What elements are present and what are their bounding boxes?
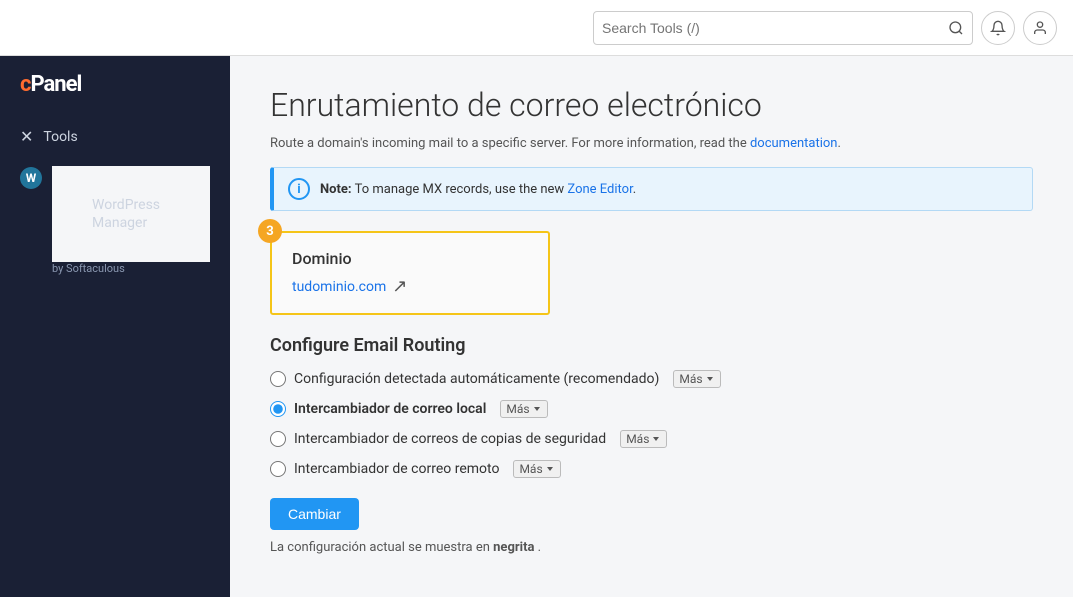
- search-button[interactable]: [948, 20, 964, 36]
- layout: cPanel ✕ Tools W WordPress Manager by So…: [0, 56, 1073, 597]
- note-text: To manage MX records, use the new: [355, 182, 568, 197]
- wordpress-icon: W: [20, 167, 42, 189]
- radio-auto[interactable]: [270, 371, 286, 387]
- label-backup[interactable]: Intercambiador de correos de copias de s…: [294, 431, 606, 447]
- mas-btn-1[interactable]: Más: [673, 370, 720, 388]
- mas-btn-3[interactable]: Más: [620, 430, 667, 448]
- domain-label: Dominio: [292, 249, 528, 268]
- logo: cPanel: [0, 72, 230, 117]
- sidebar-item-tools[interactable]: ✕ Tools: [0, 117, 230, 156]
- radio-option-1: Configuración detectada automáticamente …: [270, 370, 1033, 388]
- mas-btn-4[interactable]: Más: [513, 460, 560, 478]
- sidebar-tools-label: Tools: [43, 129, 77, 145]
- option1-text: Configuración detectada automáticamente …: [294, 371, 659, 387]
- domain-box: Dominio tudominio.com ↗: [270, 231, 550, 315]
- label-auto[interactable]: Configuración detectada automáticamente …: [294, 371, 659, 387]
- radio-backup[interactable]: [270, 431, 286, 447]
- cpanel-logo: cPanel: [20, 72, 210, 97]
- option4-text: Intercambiador de correo remoto: [294, 461, 499, 477]
- subtitle: Route a domain's incoming mail to a spec…: [270, 136, 1033, 151]
- radio-group: Configuración detectada automáticamente …: [270, 370, 1033, 478]
- note-content: Note: To manage MX records, use the new …: [320, 182, 636, 197]
- radio-option-3: Intercambiador de correos de copias de s…: [270, 430, 1033, 448]
- domain-value: tudominio.com ↗: [292, 276, 528, 297]
- label-remote[interactable]: Intercambiador de correo remoto: [294, 461, 499, 477]
- config-note: La configuración actual se muestra en ne…: [270, 540, 1033, 555]
- option2-text: Intercambiador de correo local: [294, 401, 486, 417]
- documentation-link[interactable]: documentation: [750, 136, 838, 151]
- notifications-button[interactable]: [981, 11, 1015, 45]
- mas-label-1: Más: [679, 372, 702, 386]
- wp-manager-sub: by Softaculous: [52, 262, 210, 276]
- domain-section: 3 Dominio tudominio.com ↗: [270, 231, 1033, 315]
- config-title: Configure Email Routing: [270, 335, 1033, 356]
- config-section: Configure Email Routing Configuración de…: [270, 335, 1033, 555]
- page-title: Enrutamiento de correo electrónico: [270, 86, 1033, 124]
- radio-option-2: Intercambiador de correo local Más: [270, 400, 1033, 418]
- cambiar-button[interactable]: Cambiar: [270, 498, 359, 530]
- zone-editor-link[interactable]: Zone Editor: [567, 182, 632, 197]
- topbar-icons: [981, 11, 1057, 45]
- search-box: [593, 11, 973, 45]
- step-badge: 3: [258, 219, 282, 243]
- main-content: Enrutamiento de correo electrónico Route…: [230, 56, 1073, 597]
- topbar: [0, 0, 1073, 56]
- radio-remote[interactable]: [270, 461, 286, 477]
- user-button[interactable]: [1023, 11, 1057, 45]
- cursor-indicator: ↗: [392, 276, 407, 297]
- info-note: i Note: To manage MX records, use the ne…: [270, 167, 1033, 211]
- wp-manager-label: WordPress Manager: [52, 166, 210, 262]
- sidebar-item-wordpress[interactable]: W WordPress Manager by Softaculous: [0, 156, 230, 287]
- subtitle-text: Route a domain's incoming mail to a spec…: [270, 136, 747, 151]
- mas-label-2: Más: [506, 402, 529, 416]
- radio-local[interactable]: [270, 401, 286, 417]
- note-bold: Note:: [320, 182, 352, 197]
- sidebar: cPanel ✕ Tools W WordPress Manager by So…: [0, 56, 230, 597]
- search-input[interactable]: [602, 20, 948, 36]
- tools-icon: ✕: [20, 127, 33, 146]
- label-local[interactable]: Intercambiador de correo local: [294, 401, 486, 417]
- sidebar-wp-text: WordPress Manager by Softaculous: [52, 166, 210, 277]
- config-note-prefix: La configuración actual se muestra en: [270, 540, 490, 555]
- radio-option-4: Intercambiador de correo remoto Más: [270, 460, 1033, 478]
- config-note-bold: negrita: [493, 540, 534, 555]
- mas-btn-2[interactable]: Más: [500, 400, 547, 418]
- domain-text: tudominio.com: [292, 279, 386, 295]
- mas-label-4: Más: [519, 462, 542, 476]
- mas-label-3: Más: [626, 432, 649, 446]
- option3-text: Intercambiador de correos de copias de s…: [294, 431, 606, 447]
- info-icon: i: [288, 178, 310, 200]
- config-note-suffix: .: [538, 540, 541, 555]
